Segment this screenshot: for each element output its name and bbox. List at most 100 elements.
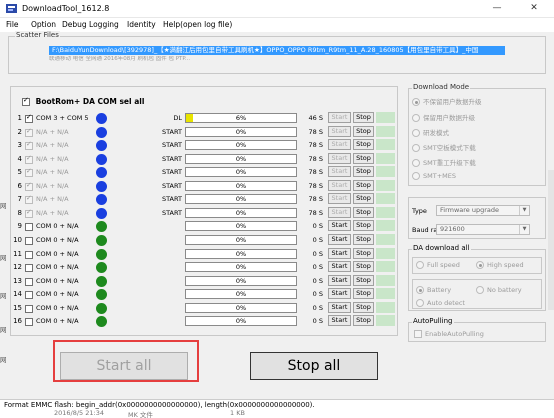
mode-option-2[interactable]: 保留用户数据升级	[412, 112, 475, 122]
bootrom-select-all-checkbox[interactable]	[22, 96, 30, 106]
row-stop-button[interactable]: Stop	[353, 139, 374, 151]
type-select[interactable]: Firmware upgrade ▼	[436, 205, 530, 216]
enable-autopulling-checkbox[interactable]	[414, 330, 422, 338]
mode-radio-1[interactable]	[412, 98, 420, 106]
baud-select[interactable]: 921600 ▼	[436, 224, 530, 235]
menu-identity[interactable]: Identity	[127, 20, 156, 29]
port-checkbox[interactable]	[25, 113, 33, 123]
port-checkbox[interactable]	[25, 264, 33, 273]
battery-radio[interactable]	[416, 286, 424, 294]
port-checkbox[interactable]	[25, 223, 33, 232]
port-checkbox[interactable]	[25, 167, 33, 178]
row-stop-button[interactable]: Stop	[353, 288, 374, 300]
title-bar: DownloadTool_1612.8 — ✕	[0, 0, 554, 18]
port-status-dot	[96, 167, 107, 179]
stop-all-button[interactable]: Stop all	[250, 352, 378, 380]
mode-radio-5[interactable]	[412, 159, 420, 167]
port-checkbox[interactable]	[25, 277, 33, 286]
progress-percent: 0%	[235, 141, 247, 150]
row-stop-button[interactable]: Stop	[353, 166, 374, 178]
minimize-button[interactable]: —	[483, 1, 511, 16]
row-start-button[interactable]: Start	[328, 274, 351, 286]
mode-radio-6[interactable]	[412, 172, 420, 180]
row-stop-button[interactable]: Stop	[353, 233, 374, 245]
row-start-button[interactable]: Start	[328, 112, 351, 123]
battery-option[interactable]: Battery	[416, 286, 451, 294]
port-row: 1 COM 3 + COM 5 DL 6% 46 S StartStop	[12, 112, 396, 125]
row-start-button[interactable]: Start	[328, 233, 351, 245]
port-checkbox[interactable]	[25, 318, 33, 327]
port-checkbox[interactable]	[25, 304, 33, 313]
scatter-path-field[interactable]: F:\BaiduYunDownload\[392978]_【★满翻江后用包里自带…	[49, 46, 505, 55]
type-label: Type	[412, 207, 427, 215]
port-checkbox[interactable]	[25, 181, 33, 191]
row-start-button[interactable]: Start	[328, 220, 351, 232]
row-start-button[interactable]: Start	[328, 206, 351, 218]
menu-debug-logging[interactable]: Debug Logging	[62, 20, 119, 29]
row-stop-button[interactable]: Stop	[353, 125, 374, 137]
mode-option-6[interactable]: SMT+MES	[412, 172, 456, 180]
row-start-button[interactable]: Start	[328, 152, 351, 164]
row-stop-button[interactable]: Stop	[353, 193, 374, 205]
no-battery-radio[interactable]	[476, 286, 484, 294]
progress-percent: 0%	[235, 276, 247, 285]
mode-option-1[interactable]: 不保留用户数据升级	[412, 96, 482, 106]
port-index: 15	[13, 303, 22, 312]
row-start-button[interactable]: Start	[328, 193, 351, 205]
port-checkbox[interactable]	[25, 194, 33, 205]
row-stop-button[interactable]: Stop	[353, 220, 374, 232]
port-checkbox[interactable]	[25, 250, 33, 259]
menu-file[interactable]: File	[6, 20, 19, 29]
row-start-button[interactable]: Start	[328, 261, 351, 273]
row-stop-button[interactable]: Stop	[353, 274, 374, 286]
row-stop-button[interactable]: Stop	[353, 247, 374, 259]
port-checkbox[interactable]	[25, 208, 33, 218]
menu-help[interactable]: Help(open log file)	[163, 20, 232, 29]
mode-option-3[interactable]: 研发模式	[412, 127, 449, 137]
auto-detect-option[interactable]: Auto detect	[416, 299, 465, 307]
port-label: N/A + N/A	[36, 141, 69, 150]
row-stop-button[interactable]: Stop	[353, 315, 374, 327]
status-led	[376, 193, 395, 205]
row-start-button[interactable]: Start	[328, 139, 351, 151]
row-stop-button[interactable]: Stop	[353, 206, 374, 218]
edge-label: 网	[0, 292, 7, 300]
row-start-button[interactable]: Start	[328, 247, 351, 259]
progress-bar: 0%	[185, 167, 297, 178]
menu-option[interactable]: Option	[31, 20, 56, 29]
port-label: N/A + N/A	[36, 195, 69, 204]
auto-detect-radio[interactable]	[416, 299, 424, 307]
row-stop-button[interactable]: Stop	[353, 112, 374, 123]
mode-option-4[interactable]: SMT空板模式下载	[412, 142, 476, 152]
port-checkbox[interactable]	[25, 291, 33, 300]
high-speed-radio[interactable]	[476, 261, 484, 269]
bootrom-select-all[interactable]: BootRom+ DA COM sel all	[22, 96, 144, 106]
row-stop-button[interactable]: Stop	[353, 179, 374, 191]
mode-label-3: 研发模式	[423, 129, 449, 137]
row-start-button[interactable]: Start	[328, 288, 351, 300]
port-label: N/A + N/A	[36, 181, 69, 190]
row-start-button[interactable]: Start	[328, 166, 351, 178]
no-battery-option[interactable]: No battery	[476, 286, 522, 294]
port-checkbox[interactable]	[25, 140, 33, 151]
mode-radio-4[interactable]	[412, 144, 420, 152]
mode-radio-3[interactable]	[412, 129, 420, 137]
port-checkbox[interactable]	[25, 154, 33, 164]
port-checkbox[interactable]	[25, 236, 33, 245]
mode-option-5[interactable]: SMT重工升级下载	[412, 157, 476, 167]
start-all-button[interactable]: Start all	[60, 352, 188, 380]
row-stop-button[interactable]: Stop	[353, 261, 374, 273]
close-button[interactable]: ✕	[520, 1, 548, 16]
port-checkbox[interactable]	[25, 127, 33, 137]
row-stop-button[interactable]: Stop	[353, 152, 374, 164]
full-speed-radio[interactable]	[416, 261, 424, 269]
high-speed-option[interactable]: High speed	[476, 261, 524, 269]
mode-radio-2[interactable]	[412, 114, 420, 122]
row-start-button[interactable]: Start	[328, 125, 351, 137]
row-start-button[interactable]: Start	[328, 315, 351, 327]
full-speed-option[interactable]: Full speed	[416, 261, 460, 269]
enable-autopulling-option[interactable]: EnableAutoPulling	[414, 330, 484, 338]
row-start-button[interactable]: Start	[328, 179, 351, 191]
row-start-button[interactable]: Start	[328, 301, 351, 313]
row-stop-button[interactable]: Stop	[353, 301, 374, 313]
